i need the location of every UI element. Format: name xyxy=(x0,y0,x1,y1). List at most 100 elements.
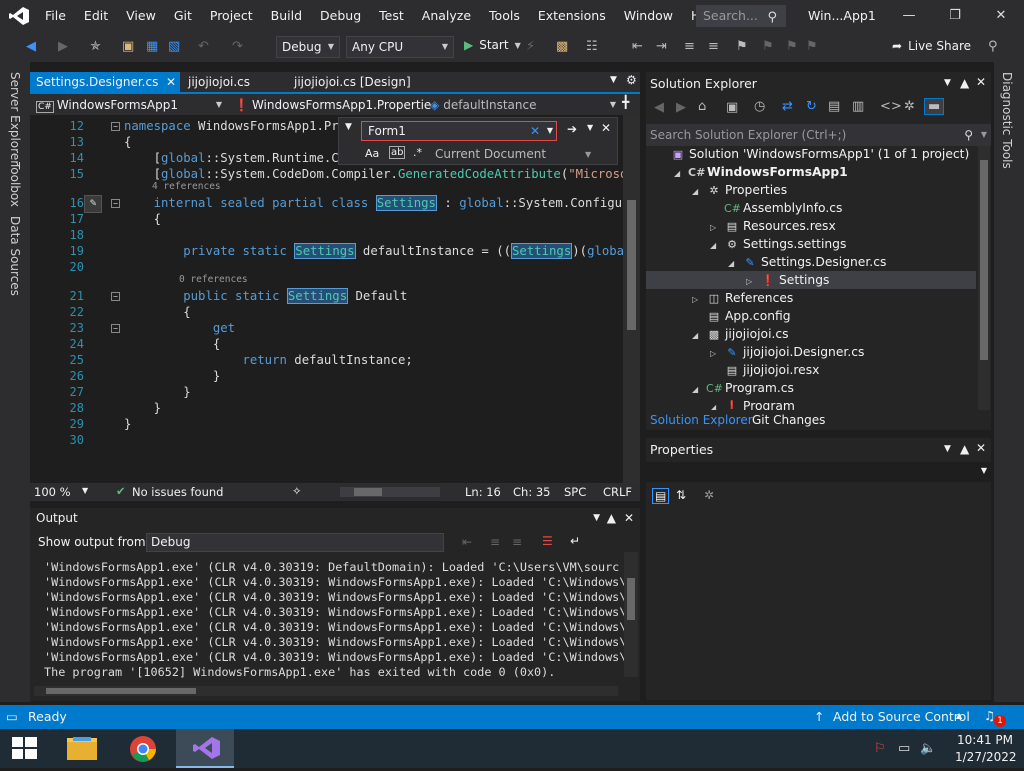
codelens-references[interactable]: 4 references xyxy=(152,181,221,192)
clock-date[interactable]: 1/27/2022 xyxy=(955,750,1017,764)
tab-list-chevron-icon[interactable]: ▼ xyxy=(610,75,617,85)
home-icon[interactable]: ⌂ xyxy=(698,99,706,114)
comment-icon[interactable]: ≡ xyxy=(684,39,695,54)
outdent-icon[interactable]: ⇥ xyxy=(656,39,667,54)
bookmark-icon[interactable]: ⚑ xyxy=(736,39,748,54)
member-dropdown[interactable]: ◈ defaultInstance ▼ xyxy=(426,95,618,115)
find-next-icon[interactable]: ➔ xyxy=(567,122,577,136)
save-icon[interactable]: ▦ xyxy=(146,39,158,54)
properties-wrench-icon[interactable]: ✲ xyxy=(904,99,915,114)
split-icon[interactable]: ╋ xyxy=(622,95,629,109)
server-explorer-tab[interactable]: Server Explorer xyxy=(8,72,22,165)
fold-toggle-icon[interactable]: − xyxy=(111,122,120,131)
chevron-down-icon[interactable]: ▼ xyxy=(944,444,951,454)
tree-item[interactable]: ▷ ✎ jijojiojoi.Designer.cs xyxy=(646,343,976,361)
next-bookmark-icon[interactable]: ⚑ xyxy=(786,39,798,54)
tree-item[interactable]: ◢ ⚙ Settings.settings xyxy=(646,235,976,253)
regex-icon[interactable]: .* xyxy=(413,146,422,159)
close-icon[interactable]: ✕ xyxy=(166,72,176,92)
menu-item-view[interactable]: View xyxy=(117,0,165,32)
pin-icon[interactable]: ▲ xyxy=(960,76,969,90)
preview-icon[interactable]: ▬ xyxy=(924,98,945,115)
tree-item[interactable]: ◢ C# Program.cs xyxy=(646,379,976,397)
pin-icon[interactable]: ▲ xyxy=(607,508,616,528)
menu-item-project[interactable]: Project xyxy=(201,0,262,32)
scroll-thumb[interactable] xyxy=(46,688,196,694)
line-ending[interactable]: CRLF xyxy=(603,485,632,499)
tree-item[interactable]: ◢ ▩ jijojiojoi.cs xyxy=(646,325,976,343)
prev-message-icon[interactable]: ≡ xyxy=(490,535,500,549)
expanded-arrow-icon[interactable]: ◢ xyxy=(710,399,724,410)
tab-jijojiojoi-design[interactable]: jijojiojoi.cs [Design] xyxy=(288,72,438,92)
close-window-button[interactable]: ✕ xyxy=(978,0,1024,32)
close-icon[interactable]: ✕ xyxy=(976,441,986,455)
fold-toggle-icon[interactable]: − xyxy=(111,292,120,301)
add-to-source-control[interactable]: Add to Source Control xyxy=(833,709,970,724)
maximize-button[interactable]: ❐ xyxy=(932,0,978,32)
find-input[interactable]: Form1 ✕ ▼ xyxy=(361,121,557,141)
editor-vertical-scrollbar[interactable] xyxy=(623,115,640,483)
sync-icon[interactable]: ⇄ xyxy=(782,99,793,114)
tree-item[interactable]: ▣ Solution 'WindowsFormsApp1' (1 of 1 pro… xyxy=(646,145,976,163)
output-source-dropdown[interactable]: Debug xyxy=(146,533,444,552)
issues-status[interactable]: No issues found xyxy=(132,485,223,499)
tab-jijojiojoi-cs[interactable]: jijojiojoi.cs xyxy=(182,72,292,92)
quick-actions-icon[interactable]: ✎ xyxy=(84,195,102,213)
whitespace-mode[interactable]: SPC xyxy=(564,485,586,499)
chevron-down-icon[interactable]: ▼ xyxy=(585,150,591,159)
menu-item-debug[interactable]: Debug xyxy=(311,0,370,32)
chevron-down-icon[interactable]: ▼ xyxy=(547,122,553,140)
network-alert-icon[interactable]: ⚐ xyxy=(874,741,886,756)
tree-item[interactable]: ◢ ❗ Program xyxy=(646,397,976,410)
open-folder-icon[interactable]: ▣ xyxy=(122,39,134,54)
toolbox-tab[interactable]: Toolbox xyxy=(8,162,22,207)
menu-item-test[interactable]: Test xyxy=(370,0,413,32)
visual-studio-icon[interactable] xyxy=(176,729,234,768)
chevron-down-icon[interactable]: ▼ xyxy=(345,122,352,132)
back-icon[interactable]: ◀ xyxy=(654,100,664,115)
menu-item-window[interactable]: Window xyxy=(615,0,682,32)
tab-git-changes[interactable]: Git Changes xyxy=(752,413,825,427)
volume-muted-icon[interactable]: 🔈 xyxy=(920,741,936,756)
clear-bookmark-icon[interactable]: ⚑ xyxy=(806,39,818,54)
feedback-icon[interactable]: ⚲ xyxy=(988,39,998,54)
find-scope[interactable]: Current Document xyxy=(435,147,546,161)
uncomment-icon[interactable]: ≡ xyxy=(708,39,719,54)
tree-item[interactable]: ▷ ▤ Resources.resx xyxy=(646,217,976,235)
tree-item[interactable]: ◢ ✲ Properties xyxy=(646,181,976,199)
menu-item-edit[interactable]: Edit xyxy=(75,0,117,32)
tree-item[interactable]: ▷ ◫ References xyxy=(646,289,976,307)
clear-all-icon[interactable]: ☰ xyxy=(542,534,553,548)
find-message-icon[interactable]: ⇤ xyxy=(462,535,472,549)
match-case-icon[interactable]: Aa xyxy=(365,147,379,160)
tree-item[interactable]: ▷ ❗ Settings xyxy=(646,271,976,289)
output-vertical-scrollbar[interactable] xyxy=(624,552,638,677)
chevron-down-icon[interactable]: ▼ xyxy=(981,124,987,146)
collapse-all-icon[interactable]: ▤ xyxy=(828,99,840,114)
menu-item-build[interactable]: Build xyxy=(262,0,311,32)
whole-word-icon[interactable]: ab xyxy=(389,146,406,159)
config-dropdown[interactable]: Debug ▼ xyxy=(276,36,340,58)
categorized-icon[interactable]: ▤ xyxy=(652,488,670,504)
save-all-icon[interactable]: ▧ xyxy=(168,39,180,54)
chevron-down-icon[interactable]: ▼ xyxy=(82,486,88,495)
editor-horizontal-scrollbar[interactable] xyxy=(340,487,440,497)
file-explorer-icon[interactable] xyxy=(53,729,111,768)
browse-icon[interactable]: ▩ xyxy=(556,39,568,54)
property-pages-icon[interactable]: ✲ xyxy=(704,488,714,502)
redo-icon[interactable]: ↷ xyxy=(232,39,243,54)
chevron-down-icon[interactable]: ▼ xyxy=(593,508,600,528)
scroll-thumb[interactable] xyxy=(627,578,635,620)
undo-icon[interactable]: ↶ xyxy=(198,39,209,54)
toolbox-icon[interactable]: ☷ xyxy=(586,39,598,54)
tree-item[interactable]: ▤ App.config xyxy=(646,307,976,325)
close-icon[interactable]: ✕ xyxy=(601,121,611,135)
data-sources-tab[interactable]: Data Sources xyxy=(8,216,22,296)
menu-item-file[interactable]: File xyxy=(36,0,75,32)
clear-icon[interactable]: ✕ xyxy=(530,122,540,140)
tree-item[interactable]: ▤ jijojiojoi.resx xyxy=(646,361,976,379)
close-icon[interactable]: ✕ xyxy=(976,75,986,89)
chrome-icon[interactable] xyxy=(114,729,172,768)
minimize-button[interactable]: — xyxy=(886,0,932,32)
properties-object-dropdown[interactable]: ▼ xyxy=(646,462,991,482)
